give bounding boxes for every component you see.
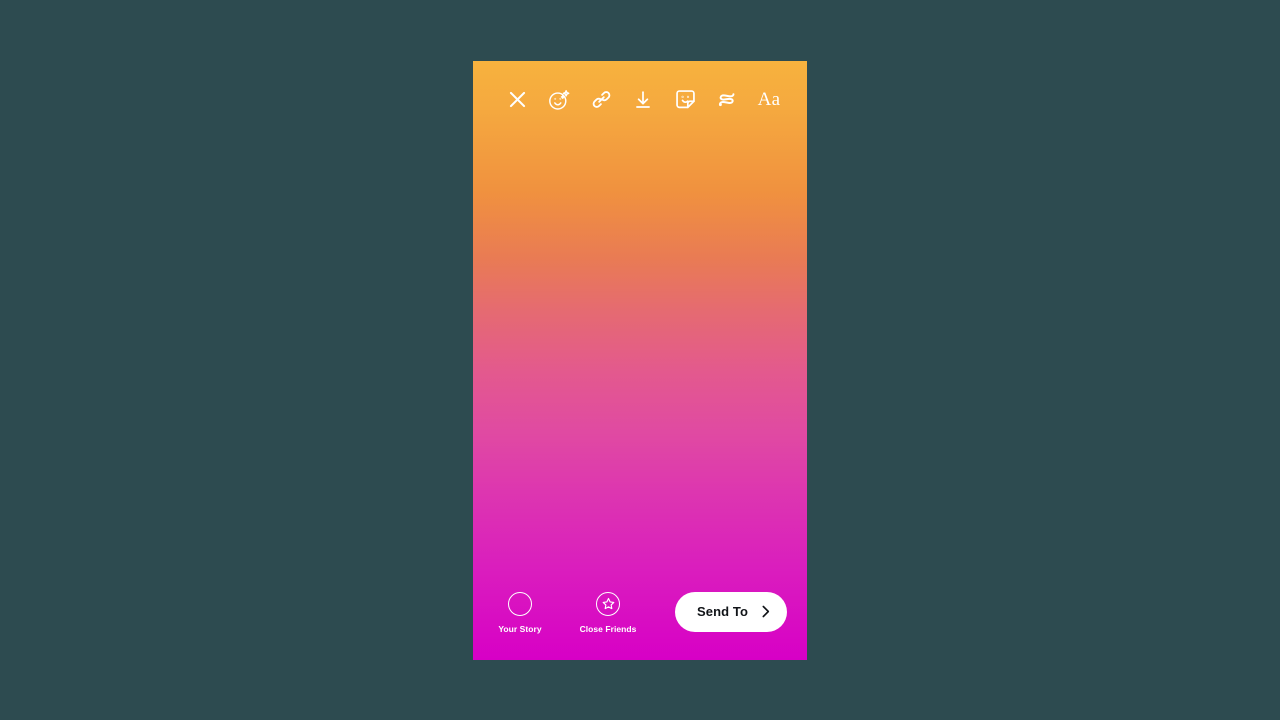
- link-icon: [590, 88, 613, 111]
- squiggle-draw-icon: [716, 88, 739, 111]
- story-composer-canvas[interactable]: Aa Your Story Close Friends Send To: [473, 60, 807, 660]
- link-button[interactable]: [580, 79, 622, 121]
- text-aa-icon: Aa: [757, 89, 781, 110]
- audience-option-your-story[interactable]: Your Story: [491, 591, 549, 634]
- chevron-right-icon: [758, 604, 773, 619]
- download-button[interactable]: [622, 79, 664, 121]
- sticker-button[interactable]: [664, 79, 706, 121]
- smiley-sparkle-icon: [547, 88, 571, 112]
- audience-option-close-friends[interactable]: Close Friends: [579, 591, 637, 634]
- draw-button[interactable]: [706, 79, 748, 121]
- bottom-action-bar: Your Story Close Friends Send To: [473, 570, 807, 660]
- download-icon: [632, 89, 654, 111]
- top-toolbar: Aa: [473, 61, 807, 139]
- empty-circle-icon: [508, 591, 532, 616]
- effects-button[interactable]: [538, 79, 580, 121]
- sticker-icon: [674, 88, 697, 111]
- close-button[interactable]: [496, 79, 538, 121]
- close-icon: [507, 89, 528, 110]
- audience-selector: Your Story Close Friends: [491, 591, 637, 638]
- text-tool-button[interactable]: Aa: [748, 79, 790, 121]
- star-circle-icon: [596, 591, 620, 616]
- send-to-label: Send To: [696, 604, 748, 619]
- audience-label-your-story: Your Story: [498, 623, 542, 634]
- audience-label-close-friends: Close Friends: [579, 623, 637, 634]
- send-to-button[interactable]: Send To: [674, 591, 787, 632]
